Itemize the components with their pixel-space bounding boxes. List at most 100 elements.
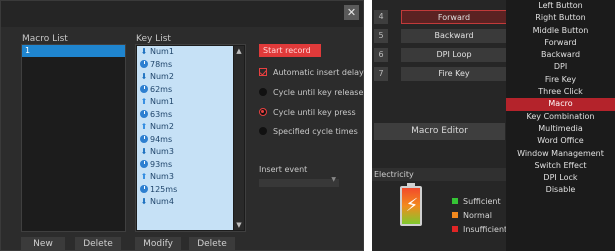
new-macro-button[interactable]: New [21, 237, 65, 251]
key-event-label: 93ms [150, 159, 173, 169]
clock-icon [140, 159, 148, 168]
menu-item[interactable]: Multimedia [506, 123, 615, 135]
legend-label: Sufficient [463, 197, 501, 206]
slot-function-button[interactable]: Backward [401, 29, 507, 43]
key-list-item[interactable]: ⬆ Num3 [137, 171, 233, 184]
clock-icon [140, 184, 148, 193]
menu-item[interactable]: DPI [506, 61, 615, 73]
title-bar: ✕ [1, 1, 363, 27]
key-event-label: 63ms [150, 109, 173, 119]
menu-item[interactable]: Forward [506, 37, 615, 49]
slot-function-button[interactable]: Fire Key [401, 67, 507, 81]
key-list-item[interactable]: ⬇ Num2 [137, 71, 233, 84]
checkbox-checked-icon[interactable] [259, 68, 267, 76]
legend-sufficient: Sufficient [452, 197, 501, 206]
modify-key-button[interactable]: Modify [135, 237, 181, 251]
menu-item[interactable]: Three Click [506, 86, 615, 98]
clock-icon [140, 109, 148, 118]
option-label: Cycle until key release [273, 88, 364, 97]
key-event-label: Num3 [150, 172, 174, 181]
key-down-icon: ⬇ [140, 147, 148, 156]
close-icon[interactable]: ✕ [344, 5, 359, 20]
slot-function-button[interactable]: DPI Loop [401, 48, 507, 62]
insert-event-select[interactable]: ▼ [259, 176, 339, 187]
key-event-label: Num1 [150, 97, 174, 106]
key-list-item[interactable]: ⬆ Num2 [137, 121, 233, 134]
key-list-title: Key List [136, 34, 171, 44]
key-event-label: Num2 [150, 122, 174, 131]
option-automatic-insert-delay[interactable]: Automatic insert delay [259, 68, 364, 78]
key-event-label: 78ms [150, 59, 173, 69]
option-label: Specified cycle times [273, 127, 358, 136]
legend-insufficient: Insufficient [452, 225, 507, 234]
macro-editor-button[interactable]: Macro Editor [374, 123, 505, 140]
macro-list-title: Macro List [22, 34, 68, 44]
menu-item[interactable]: Macro [506, 98, 615, 111]
key-list-item[interactable]: 93ms [137, 159, 233, 172]
option-specified-cycle-times[interactable]: Specified cycle times [259, 127, 358, 137]
key-event-label: 125ms [150, 184, 178, 194]
menu-item[interactable]: Word Office [506, 135, 615, 147]
key-event-label: Num1 [150, 47, 174, 56]
start-record-button[interactable]: Start record [259, 44, 321, 57]
lightning-icon: ⚡ [405, 195, 419, 216]
delete-key-button[interactable]: Delete [189, 237, 235, 251]
key-up-icon: ⬆ [140, 97, 148, 106]
key-list-item[interactable]: 63ms [137, 109, 233, 122]
radio-icon[interactable] [259, 88, 267, 96]
scroll-up-icon[interactable]: ▲ [234, 46, 244, 56]
key-list-item[interactable]: 125ms [137, 184, 233, 197]
chevron-down-icon: ▼ [331, 176, 336, 183]
radio-selected-icon[interactable] [259, 108, 267, 116]
option-cycle-until-press[interactable]: Cycle until key press [259, 108, 356, 118]
key-list-item[interactable]: ⬇ Num1 [137, 46, 233, 59]
key-event-label: 94ms [150, 134, 173, 144]
macro-list[interactable]: 1 [21, 44, 126, 232]
key-list-items: ⬇ Num1 78ms ⬇ Num2 62ms ⬆ Num1 63ms ⬆ Num2 94ms ⬇ Num… [137, 46, 233, 230]
menu-item[interactable]: DPI Lock [506, 172, 615, 184]
electricity-title: Electricity [372, 168, 506, 181]
key-list-item[interactable]: ⬇ Num4 [137, 196, 233, 209]
battery-icon: ⚡ [400, 183, 422, 226]
option-label: Automatic insert delay [273, 68, 364, 77]
macro-list-item[interactable]: 1 [22, 45, 125, 57]
key-up-icon: ⬆ [140, 172, 148, 181]
option-label: Cycle until key press [273, 108, 356, 117]
radio-icon[interactable] [259, 127, 267, 135]
key-down-icon: ⬇ [140, 47, 148, 56]
key-down-icon: ⬇ [140, 72, 148, 81]
menu-item[interactable]: Middle Button [506, 25, 615, 37]
menu-item[interactable]: Fire Key [506, 74, 615, 86]
key-down-icon: ⬇ [140, 197, 148, 206]
slot-function-button[interactable]: Forward [401, 10, 507, 24]
slot-number: 5 [374, 29, 388, 43]
menu-item[interactable]: Window Management [506, 148, 615, 160]
key-event-label: 62ms [150, 84, 173, 94]
insert-event-label: Insert event [259, 165, 308, 174]
key-list-item[interactable]: ⬆ Num1 [137, 96, 233, 109]
menu-item[interactable]: Left Button [506, 0, 615, 12]
key-list-scrollbar[interactable]: ▲ ▼ [234, 46, 244, 230]
scroll-down-icon[interactable]: ▼ [234, 220, 244, 230]
menu-item[interactable]: Backward [506, 49, 615, 61]
clock-icon [140, 134, 148, 143]
key-event-label: Num3 [150, 147, 174, 156]
clock-icon [140, 59, 148, 68]
key-list-item[interactable]: 94ms [137, 134, 233, 147]
slot-number: 4 [374, 10, 388, 24]
key-list-item[interactable]: 62ms [137, 84, 233, 97]
function-dropdown-menu[interactable]: Left Button Right Button Middle Button Forw… [506, 0, 615, 251]
legend-normal: Normal [452, 211, 492, 220]
menu-item[interactable]: Key Combination [506, 111, 615, 123]
macro-editor-window: ✕ Macro List Key List 1 ⬇ Num1 78ms ⬇ Num2 62… [0, 0, 364, 251]
clock-icon [140, 84, 148, 93]
menu-item[interactable]: Disable [506, 184, 615, 196]
slot-number: 6 [374, 48, 388, 62]
key-list-item[interactable]: ⬇ Num3 [137, 146, 233, 159]
option-cycle-until-release[interactable]: Cycle until key release [259, 88, 363, 98]
key-list-item[interactable]: 78ms [137, 59, 233, 72]
key-list[interactable]: ⬇ Num1 78ms ⬇ Num2 62ms ⬆ Num1 63ms ⬆ Num2 94ms ⬇ Num… [135, 44, 246, 232]
menu-item[interactable]: Right Button [506, 12, 615, 24]
delete-macro-button[interactable]: Delete [75, 237, 121, 251]
menu-item[interactable]: Switch Effect [506, 160, 615, 172]
